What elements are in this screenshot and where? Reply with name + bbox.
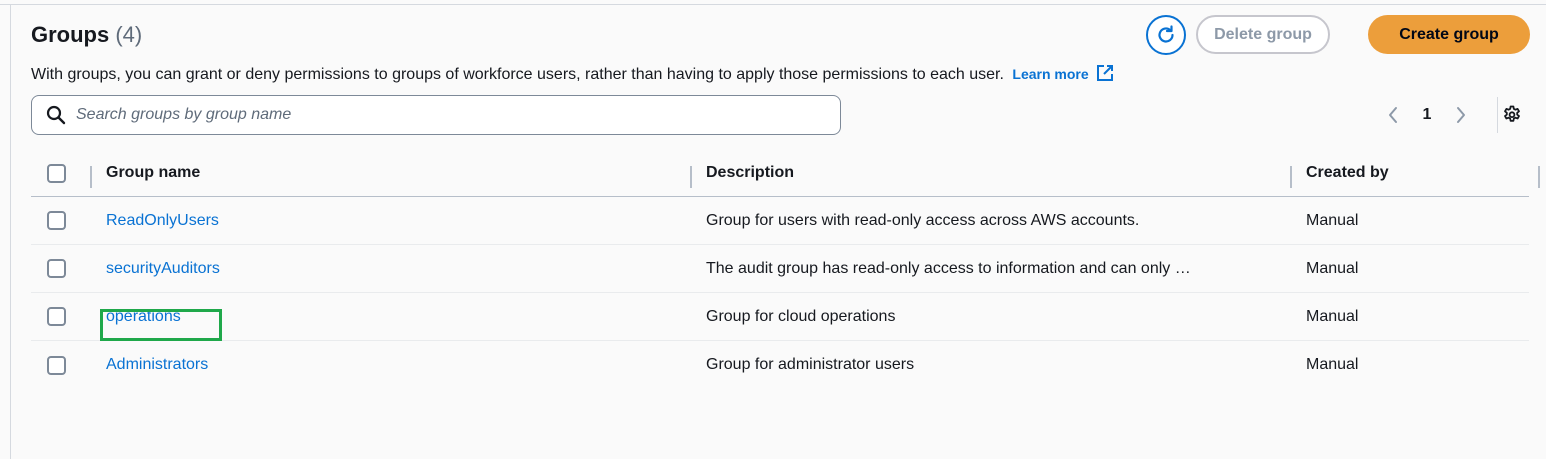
page-number[interactable]: 1 — [1404, 106, 1450, 124]
table-row: securityAuditors The audit group has rea… — [31, 245, 1529, 293]
group-description: Group for cloud operations — [706, 293, 1266, 340]
select-all-cell — [47, 150, 67, 196]
row-checkbox[interactable] — [47, 211, 66, 230]
column-divider[interactable] — [90, 166, 92, 188]
search-icon — [46, 105, 66, 125]
description-text: Group for cloud operations — [706, 307, 896, 325]
table-header-row: Group name Description Created by — [31, 150, 1540, 197]
row-checkbox[interactable] — [47, 307, 66, 326]
column-header-description[interactable]: Description — [706, 150, 1266, 196]
row-select-cell — [47, 341, 67, 389]
page-title: Groups (4) — [31, 22, 142, 48]
create-group-button[interactable]: Create group — [1368, 15, 1530, 54]
previous-page-button[interactable] — [1382, 104, 1404, 126]
column-divider[interactable] — [1538, 166, 1540, 188]
row-checkbox[interactable] — [47, 355, 66, 375]
search-input[interactable]: Search groups by group name — [31, 95, 841, 135]
table-row: operations Group for cloud operations Ma… — [31, 293, 1529, 341]
group-name-link[interactable]: Administrators — [106, 341, 666, 389]
group-name-link[interactable]: securityAuditors — [106, 245, 666, 292]
external-link-icon — [1096, 65, 1113, 81]
description-text: With groups, you can grant or deny permi… — [31, 66, 1004, 83]
group-created-by: Manual — [1306, 211, 1359, 229]
gear-icon — [1504, 105, 1520, 122]
delete-group-button[interactable]: Delete group — [1196, 15, 1330, 54]
learn-more-label: Learn more — [1012, 66, 1089, 82]
page-description: With groups, you can grant or deny permi… — [31, 64, 1114, 84]
row-select-cell — [47, 293, 67, 340]
column-header-created-by[interactable]: Created by — [1306, 150, 1506, 196]
search-placeholder: Search groups by group name — [76, 106, 292, 123]
group-created-by: Manual — [1306, 259, 1359, 277]
panel-top-border — [0, 4, 1546, 5]
highlight-box — [100, 309, 222, 341]
description-text: The audit group has read-only access to … — [706, 259, 1191, 277]
group-description: The audit group has read-only access to … — [706, 245, 1266, 292]
pagination-divider — [1497, 97, 1498, 133]
chevron-left-icon — [1389, 107, 1397, 123]
description-text: Group for users with read-only access ac… — [706, 211, 1140, 229]
column-header-group-name[interactable]: Group name — [106, 150, 666, 196]
description-text: Group for administrator users — [706, 356, 915, 373]
select-all-checkbox[interactable] — [47, 163, 66, 183]
column-divider[interactable] — [1290, 166, 1292, 188]
group-name-link[interactable]: ReadOnlyUsers — [106, 197, 666, 244]
group-description: Group for administrator users — [706, 341, 1266, 389]
column-divider[interactable] — [690, 166, 692, 188]
table-row: Administrators Group for administrator u… — [31, 341, 1529, 389]
preferences-button[interactable] — [1501, 104, 1523, 126]
refresh-icon — [1158, 25, 1174, 43]
refresh-button[interactable] — [1146, 15, 1186, 55]
title-text: Groups — [31, 22, 110, 47]
pagination: 1 — [1382, 104, 1472, 126]
chevron-right-icon — [1457, 107, 1465, 123]
row-select-cell — [47, 197, 67, 244]
panel-left-border — [10, 4, 11, 459]
group-count: (4) — [115, 22, 143, 47]
next-page-button[interactable] — [1450, 104, 1472, 126]
learn-more-link[interactable]: Learn more — [1012, 65, 1113, 82]
group-created-by: Manual — [1306, 356, 1359, 373]
table-row: ReadOnlyUsers Group for users with read-… — [31, 197, 1529, 245]
row-select-cell — [47, 245, 67, 292]
group-description: Group for users with read-only access ac… — [706, 197, 1266, 244]
group-created-by: Manual — [1306, 307, 1359, 325]
groups-table: Group name Description Created by ReadOn… — [31, 150, 1540, 389]
row-checkbox[interactable] — [47, 259, 66, 278]
